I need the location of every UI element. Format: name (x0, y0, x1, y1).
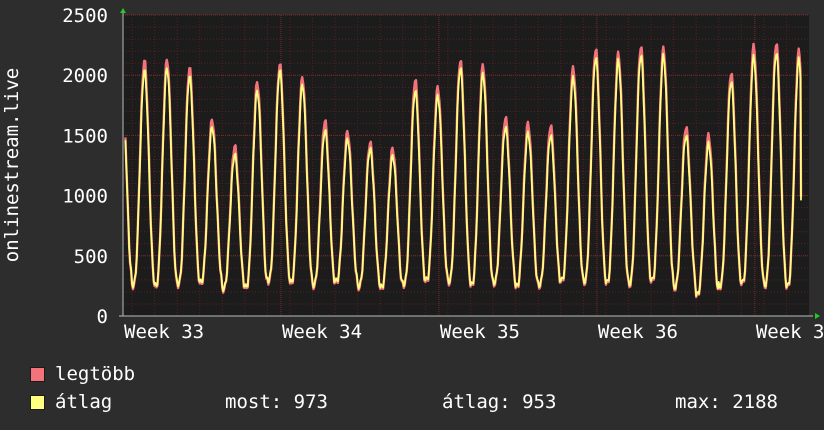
legend-item-avg: átlag (30, 390, 112, 414)
y-tick-label: 1000 (62, 186, 108, 208)
x-tick-label: Week 3 (756, 321, 824, 343)
y-tick-label: 2500 (62, 5, 108, 27)
stat-now: most: 973 (225, 391, 328, 413)
legend-label-max: legtöbb (55, 363, 136, 385)
x-tick-label: Week 34 (282, 321, 362, 343)
x-tick-label: Week 35 (440, 321, 520, 343)
y-tick-labels: 0 500 1000 1500 2000 2500 (62, 5, 108, 328)
y-axis-label: onlinestream.live (1, 68, 23, 262)
x-axis-arrow (815, 313, 820, 319)
y-tick-label: 1500 (62, 125, 108, 147)
stat-max: max: 2188 (675, 391, 778, 413)
y-tick-label: 2000 (62, 65, 108, 87)
chart: 05001000150020002500 Week 33 Week 34 Week … (1, 5, 824, 343)
legend-swatch-avg (30, 394, 45, 410)
legend-swatch-max (30, 366, 45, 382)
legend-label-avg: átlag (55, 391, 113, 413)
y-axis-arrow (120, 8, 126, 13)
stat-avg: átlag: 953 (442, 391, 557, 413)
legend-item-max: legtöbb (30, 362, 135, 386)
y-tick-label: 500 (74, 246, 108, 268)
y-tick-label: 0 (97, 306, 108, 328)
x-tick-label: Week 36 (598, 321, 678, 343)
x-tick-labels: Week 33 Week 34 Week 35 Week 36 Week 3 (124, 321, 824, 343)
x-tick-label: Week 33 (124, 321, 204, 343)
